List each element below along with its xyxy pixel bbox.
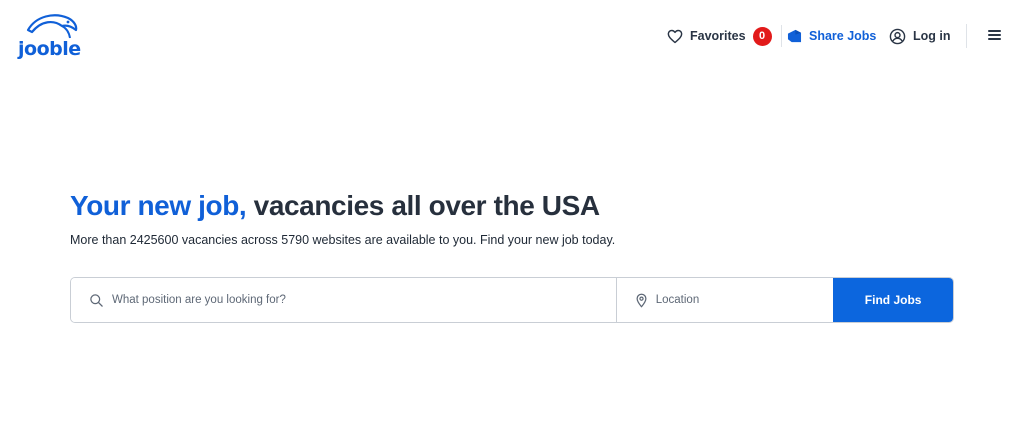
jooble-logo[interactable]: jooble: [18, 12, 81, 60]
site-header: jooble Favorites 0 Share Jobs Log in: [0, 0, 1024, 72]
find-jobs-button[interactable]: Find Jobs: [833, 278, 953, 322]
search-icon: [90, 293, 103, 307]
favorites-count-badge: 0: [752, 26, 772, 46]
share-jobs-link[interactable]: Share Jobs: [787, 24, 876, 48]
favorites-divider: [780, 25, 782, 47]
logo-wordmark: jooble: [18, 38, 81, 60]
dolphin-logo-icon: [26, 14, 78, 39]
hero-title-accent: Your new job,: [70, 190, 247, 221]
location-input[interactable]: [655, 278, 834, 322]
position-field[interactable]: [71, 278, 617, 322]
login-link[interactable]: Log in: [889, 24, 951, 48]
heart-icon: [667, 29, 683, 43]
user-circle-icon: [889, 28, 906, 44]
favorites-label: Favorites: [690, 29, 746, 43]
login-label: Log in: [913, 29, 951, 43]
position-input[interactable]: [112, 278, 616, 322]
favorites-link[interactable]: Favorites 0: [667, 24, 782, 48]
location-pin-icon: [636, 293, 647, 307]
location-field[interactable]: [616, 278, 834, 322]
hero-subtitle: More than 2425600 vacancies across 5790 …: [70, 233, 616, 247]
hero-title: Your new job, vacancies all over the USA: [70, 190, 600, 222]
header-divider: [966, 24, 967, 48]
hamburger-menu-icon[interactable]: [987, 28, 1003, 42]
hero-title-rest: vacancies all over the USA: [246, 190, 600, 221]
share-icon: [787, 29, 802, 43]
job-search-form: Find Jobs: [70, 277, 954, 323]
share-jobs-label: Share Jobs: [809, 29, 877, 43]
